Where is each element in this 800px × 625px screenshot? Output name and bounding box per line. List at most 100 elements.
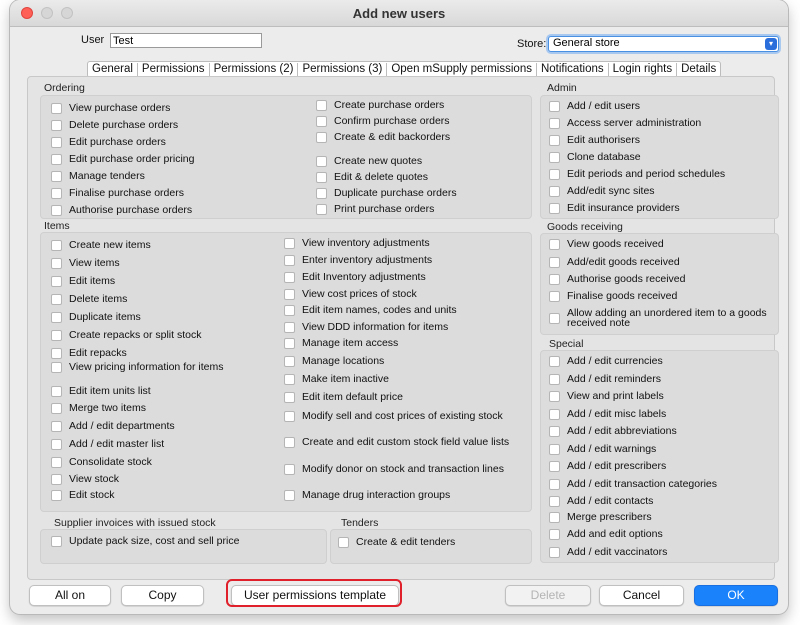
checkbox-add-edit-sync-sites[interactable]: Add/edit sync sites [549,185,655,197]
supplier-invoices-panel: Update pack size, cost and sell price [40,529,327,564]
tenders-title: Tenders [341,517,379,529]
checkbox-manage-locations[interactable]: Manage locations [284,355,384,367]
tab-permissions-2[interactable]: Permissions (2) [210,63,299,76]
tenders-panel: Create & edit tenders [330,529,532,564]
chevron-down-icon: ▾ [765,38,777,50]
checkbox-view-purchase-orders[interactable]: View purchase orders [51,102,170,114]
checkbox-print-purchase-orders[interactable]: Print purchase orders [316,203,434,215]
checkbox-merge-two-items[interactable]: Merge two items [51,402,146,414]
checkbox-authorise-goods-received[interactable]: Authorise goods received [549,273,686,285]
tab-login-rights[interactable]: Login rights [609,63,678,76]
checkbox-delete-items[interactable]: Delete items [51,293,127,305]
checkbox-duplicate-items[interactable]: Duplicate items [51,311,141,323]
cancel-button[interactable]: Cancel [599,585,684,606]
checkbox-view-items[interactable]: View items [51,257,120,269]
checkbox-view-goods-received[interactable]: View goods received [549,238,664,250]
checkbox-add-edit-misc-labels[interactable]: Add / edit misc labels [549,408,666,420]
store-label: Store: [517,38,547,50]
checkbox-add-edit-currencies[interactable]: Add / edit currencies [549,355,663,367]
checkbox-add-edit-abbreviations[interactable]: Add / edit abbreviations [549,425,677,437]
tab-permissions-3[interactable]: Permissions (3) [298,63,388,76]
checkbox-add-edit-reminders[interactable]: Add / edit reminders [549,373,661,385]
store-select[interactable]: General store ▾ [548,36,779,52]
checkbox-add-edit-transaction-categories[interactable]: Add / edit transaction categories [549,478,717,490]
checkbox-delete-purchase-orders[interactable]: Delete purchase orders [51,119,178,131]
checkbox-add-edit-goods-received[interactable]: Add/edit goods received [549,256,680,268]
checkbox-edit-periods[interactable]: Edit periods and period schedules [549,168,725,180]
checkbox-enter-inventory-adjustments[interactable]: Enter inventory adjustments [284,254,432,266]
checkbox-make-item-inactive[interactable]: Make item inactive [284,373,389,385]
checkbox-edit-item-names[interactable]: Edit item names, codes and units [284,304,457,316]
tab-open-msupply-permissions[interactable]: Open mSupply permissions [387,63,537,76]
checkbox-edit-item-units-list[interactable]: Edit item units list [51,385,151,397]
checkbox-add-edit-prescribers[interactable]: Add / edit prescribers [549,460,666,472]
template-highlight-outline [226,579,402,607]
checkbox-create-new-quotes[interactable]: Create new quotes [316,155,422,167]
checkbox-edit-items[interactable]: Edit items [51,275,115,287]
checkbox-edit-authorisers[interactable]: Edit authorisers [549,134,640,146]
checkbox-edit-insurance-providers[interactable]: Edit insurance providers [549,202,680,214]
checkbox-authorise-purchase-orders[interactable]: Authorise purchase orders [51,204,192,216]
checkbox-create-edit-backorders[interactable]: Create & edit backorders [316,131,450,143]
checkbox-finalise-purchase-orders[interactable]: Finalise purchase orders [51,187,184,199]
delete-button[interactable]: Delete [505,585,591,606]
checkbox-modify-sell-cost-prices[interactable]: Modify sell and cost prices of existing … [284,410,503,422]
checkbox-manage-drug-interaction-groups[interactable]: Manage drug interaction groups [284,489,450,501]
tab-general[interactable]: General [88,63,138,76]
checkbox-add-edit-master-list[interactable]: Add / edit master list [51,438,164,450]
store-select-value: General store [553,37,620,49]
add-new-users-window: Add new users User Store: General store … [10,0,788,614]
checkbox-view-pricing-information[interactable]: View pricing information for items [51,361,223,373]
checkbox-view-ddd-information[interactable]: View DDD information for items [284,321,448,333]
checkbox-create-new-items[interactable]: Create new items [51,239,151,251]
checkbox-consolidate-stock[interactable]: Consolidate stock [51,456,152,468]
checkbox-edit-purchase-order-pricing[interactable]: Edit purchase order pricing [51,153,194,165]
checkbox-add-edit-departments[interactable]: Add / edit departments [51,420,175,432]
checkbox-finalise-goods-received[interactable]: Finalise goods received [549,290,677,302]
title-bar: Add new users [10,0,788,27]
checkbox-view-inventory-adjustments[interactable]: View inventory adjustments [284,237,430,249]
checkbox-view-cost-prices[interactable]: View cost prices of stock [284,288,417,300]
tab-details[interactable]: Details [677,63,720,76]
admin-title: Admin [547,82,577,94]
checkbox-clone-database[interactable]: Clone database [549,151,641,163]
checkbox-access-server-administration[interactable]: Access server administration [549,117,701,129]
all-on-button[interactable]: All on [29,585,111,606]
checkbox-manage-item-access[interactable]: Manage item access [284,337,398,349]
items-title: Items [44,220,70,232]
ok-button[interactable]: OK [694,585,778,606]
checkbox-add-edit-vaccinators[interactable]: Add / edit vaccinators [549,546,667,558]
checkbox-create-edit-tenders[interactable]: Create & edit tenders [338,536,455,548]
checkbox-edit-purchase-orders[interactable]: Edit purchase orders [51,136,166,148]
items-panel: Create new items View items Edit items D… [40,232,532,512]
checkbox-add-edit-contacts[interactable]: Add / edit contacts [549,495,653,507]
checkbox-edit-inventory-adjustments[interactable]: Edit Inventory adjustments [284,271,426,283]
user-input[interactable] [110,33,262,48]
checkbox-create-purchase-orders[interactable]: Create purchase orders [316,99,444,111]
checkbox-manage-tenders[interactable]: Manage tenders [51,170,145,182]
checkbox-update-pack-size[interactable]: Update pack size, cost and sell price [51,535,239,547]
goods-receiving-title: Goods receiving [547,221,623,233]
checkbox-merge-prescribers[interactable]: Merge prescribers [549,511,652,523]
checkbox-edit-delete-quotes[interactable]: Edit & delete quotes [316,171,428,183]
checkbox-custom-stock-field-lists[interactable]: Create and edit custom stock field value… [284,436,509,448]
checkbox-view-stock[interactable]: View stock [51,473,119,485]
tab-notifications[interactable]: Notifications [537,63,609,76]
ordering-title: Ordering [44,82,85,94]
checkbox-edit-item-default-price[interactable]: Edit item default price [284,391,403,403]
window-title: Add new users [352,6,446,21]
checkbox-edit-stock[interactable]: Edit stock [51,489,115,501]
special-panel: Add / edit currencies Add / edit reminde… [540,350,779,563]
checkbox-view-print-labels[interactable]: View and print labels [549,390,664,402]
checkbox-allow-unordered-item[interactable]: Allow adding an unordered item to a good… [549,308,777,328]
checkbox-duplicate-purchase-orders[interactable]: Duplicate purchase orders [316,187,457,199]
checkbox-add-edit-users[interactable]: Add / edit users [549,100,640,112]
tab-permissions[interactable]: Permissions [138,63,210,76]
checkbox-confirm-purchase-orders[interactable]: Confirm purchase orders [316,115,450,127]
checkbox-create-repacks[interactable]: Create repacks or split stock [51,329,201,341]
copy-button[interactable]: Copy [121,585,204,606]
checkbox-edit-repacks[interactable]: Edit repacks [51,347,127,359]
checkbox-add-edit-warnings[interactable]: Add / edit warnings [549,443,656,455]
checkbox-add-edit-options[interactable]: Add and edit options [549,528,663,540]
checkbox-modify-donor[interactable]: Modify donor on stock and transaction li… [284,463,504,475]
